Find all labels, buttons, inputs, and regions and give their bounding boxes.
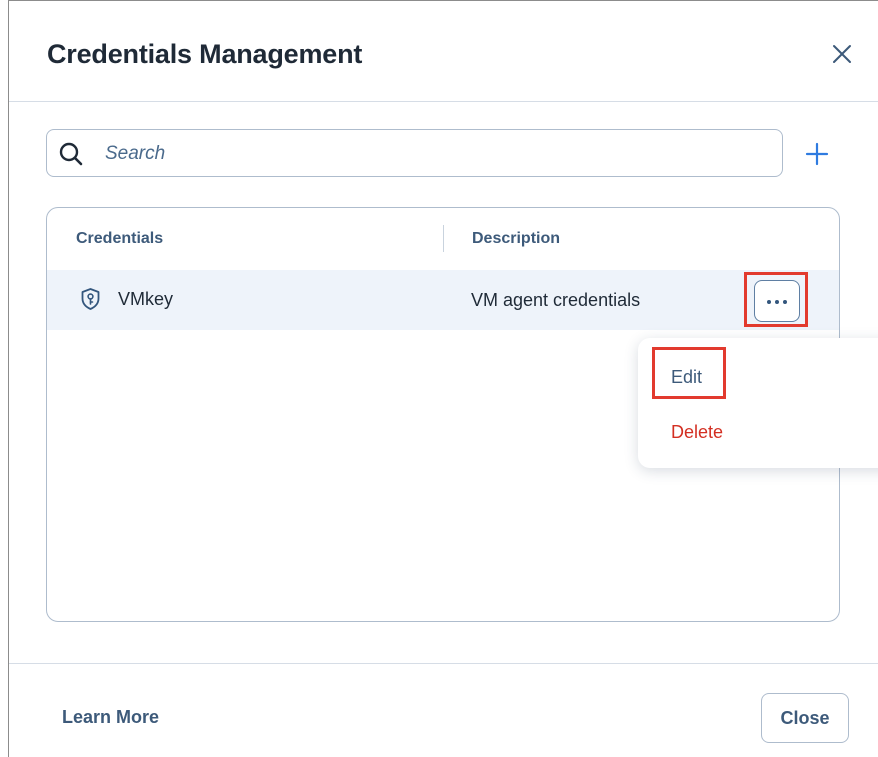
footer-divider [9,663,878,664]
search-icon [59,142,83,166]
dialog-header: Credentials Management [9,1,878,102]
column-header-credentials[interactable]: Credentials [76,230,163,248]
menu-item-edit[interactable]: Edit [671,367,702,388]
search-input[interactable] [105,140,765,168]
credential-name: VMkey [118,289,174,309]
menu-item-delete[interactable]: Delete [671,422,723,443]
column-header-description[interactable]: Description [472,230,560,248]
row-actions-menu: Edit Delete [638,338,878,468]
dialog-title: Credentials Management [47,39,363,69]
shield-key-icon [81,288,100,310]
learn-more-link[interactable]: Learn More [62,707,159,728]
plus-icon[interactable] [804,141,830,167]
more-horizontal-icon [767,300,771,304]
credential-description: VM agent credentials [471,290,641,310]
table-row[interactable]: VMkey VM agent credentials [47,270,839,330]
column-divider [443,225,444,252]
close-icon[interactable] [829,41,855,67]
row-actions-button[interactable] [754,280,800,322]
page: Credentials Management Credentials Descr… [0,0,878,757]
more-dot [783,300,787,304]
more-dot [775,300,779,304]
close-button[interactable]: Close [761,693,849,743]
search-box [46,129,783,177]
